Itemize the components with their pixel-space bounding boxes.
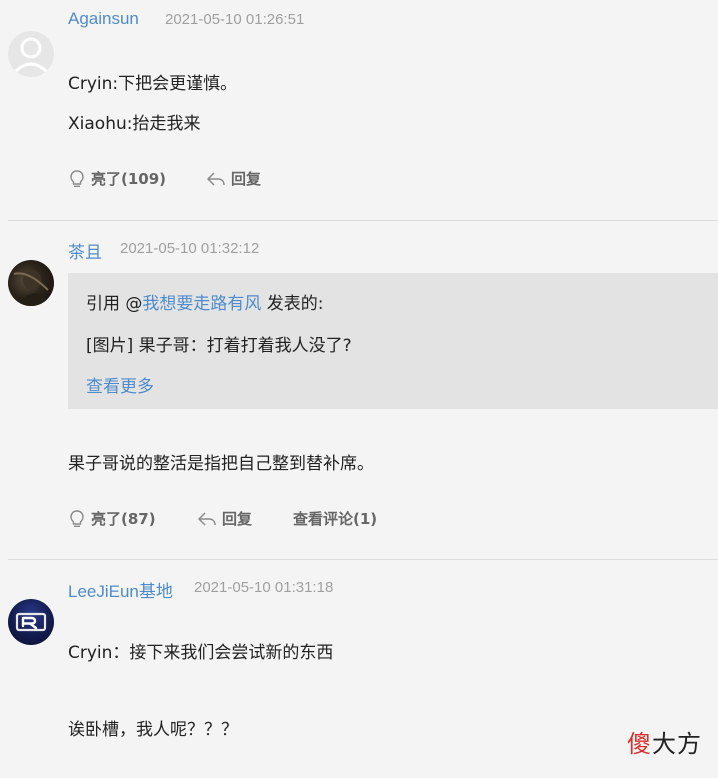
view-replies-button[interactable]: 查看评论(1) <box>293 508 377 529</box>
view-replies-label: 查看评论(1) <box>293 510 378 528</box>
comment-time: 2021-05-10 01:32:12 <box>120 240 260 257</box>
comment-author[interactable]: Againsun <box>68 9 139 29</box>
comment-text-line: Cryin：接下来我们会尝试新的东西 <box>68 643 334 663</box>
quote-prefix: 引用 @ <box>86 294 143 314</box>
avatar-image <box>13 270 50 306</box>
quoted-user-link[interactable]: 我想要走路有风 <box>142 294 261 314</box>
comment-text-line: 果子哥说的整活是指把自己整到替补席。 <box>68 454 374 474</box>
comment-text-line: Cryin:下把会更谨慎。 <box>68 74 238 94</box>
reply-arrow-icon <box>207 171 225 186</box>
lightbulb-icon <box>70 509 84 527</box>
like-button[interactable]: 亮了(87) <box>68 508 156 529</box>
comment-time: 2021-05-10 01:31:18 <box>194 579 334 596</box>
avatar[interactable] <box>8 31 54 77</box>
reply-label: 回复 <box>222 510 253 528</box>
comment-item: LeeJiEun基地 2021-05-10 01:31:18 Cryin：接下来… <box>8 560 718 778</box>
quote-block: 引用 @我想要走路有风 发表的: [图片] 果子哥：打着打着我人没了? 查看更多 <box>68 273 718 409</box>
avatar[interactable] <box>8 599 54 645</box>
like-label: 亮了(109) <box>91 170 167 188</box>
comment-item: 茶且 2021-05-10 01:32:12 引用 @我想要走路有风 发表的: … <box>8 221 718 559</box>
like-label: 亮了(87) <box>91 510 156 528</box>
comment-time: 2021-05-10 01:26:51 <box>165 11 305 28</box>
comment-text-line: 诶卧槽，我人呢？？？ <box>68 720 238 740</box>
quote-header: 引用 @我想要走路有风 发表的: <box>86 289 324 314</box>
watermark-accent: 傻 <box>627 730 652 758</box>
comment-item: Againsun 2021-05-10 01:26:51 Cryin:下把会更谨… <box>8 0 718 220</box>
view-more-link[interactable]: 查看更多 <box>86 372 154 397</box>
like-button[interactable]: 亮了(109) <box>68 168 166 189</box>
avatar[interactable] <box>8 260 54 306</box>
reply-button[interactable]: 回复 <box>197 508 252 529</box>
quote-text: [图片] 果子哥：打着打着我人没了? <box>86 336 352 356</box>
watermark: 傻大方 <box>627 724 702 759</box>
comment-author[interactable]: LeeJiEun基地 <box>68 577 173 602</box>
comment-text-line: Xiaohu:抬走我来 <box>68 114 201 134</box>
watermark-text: 大方 <box>652 730 702 758</box>
team-logo-icon <box>15 612 47 632</box>
user-silhouette-icon <box>14 37 48 73</box>
reply-button[interactable]: 回复 <box>206 168 261 189</box>
reply-arrow-icon <box>198 511 216 526</box>
cropped-action-row <box>68 770 228 778</box>
lightbulb-icon <box>70 169 84 187</box>
reply-label: 回复 <box>231 170 262 188</box>
comment-author[interactable]: 茶且 <box>68 238 102 263</box>
quote-suffix: 发表的: <box>261 294 324 314</box>
